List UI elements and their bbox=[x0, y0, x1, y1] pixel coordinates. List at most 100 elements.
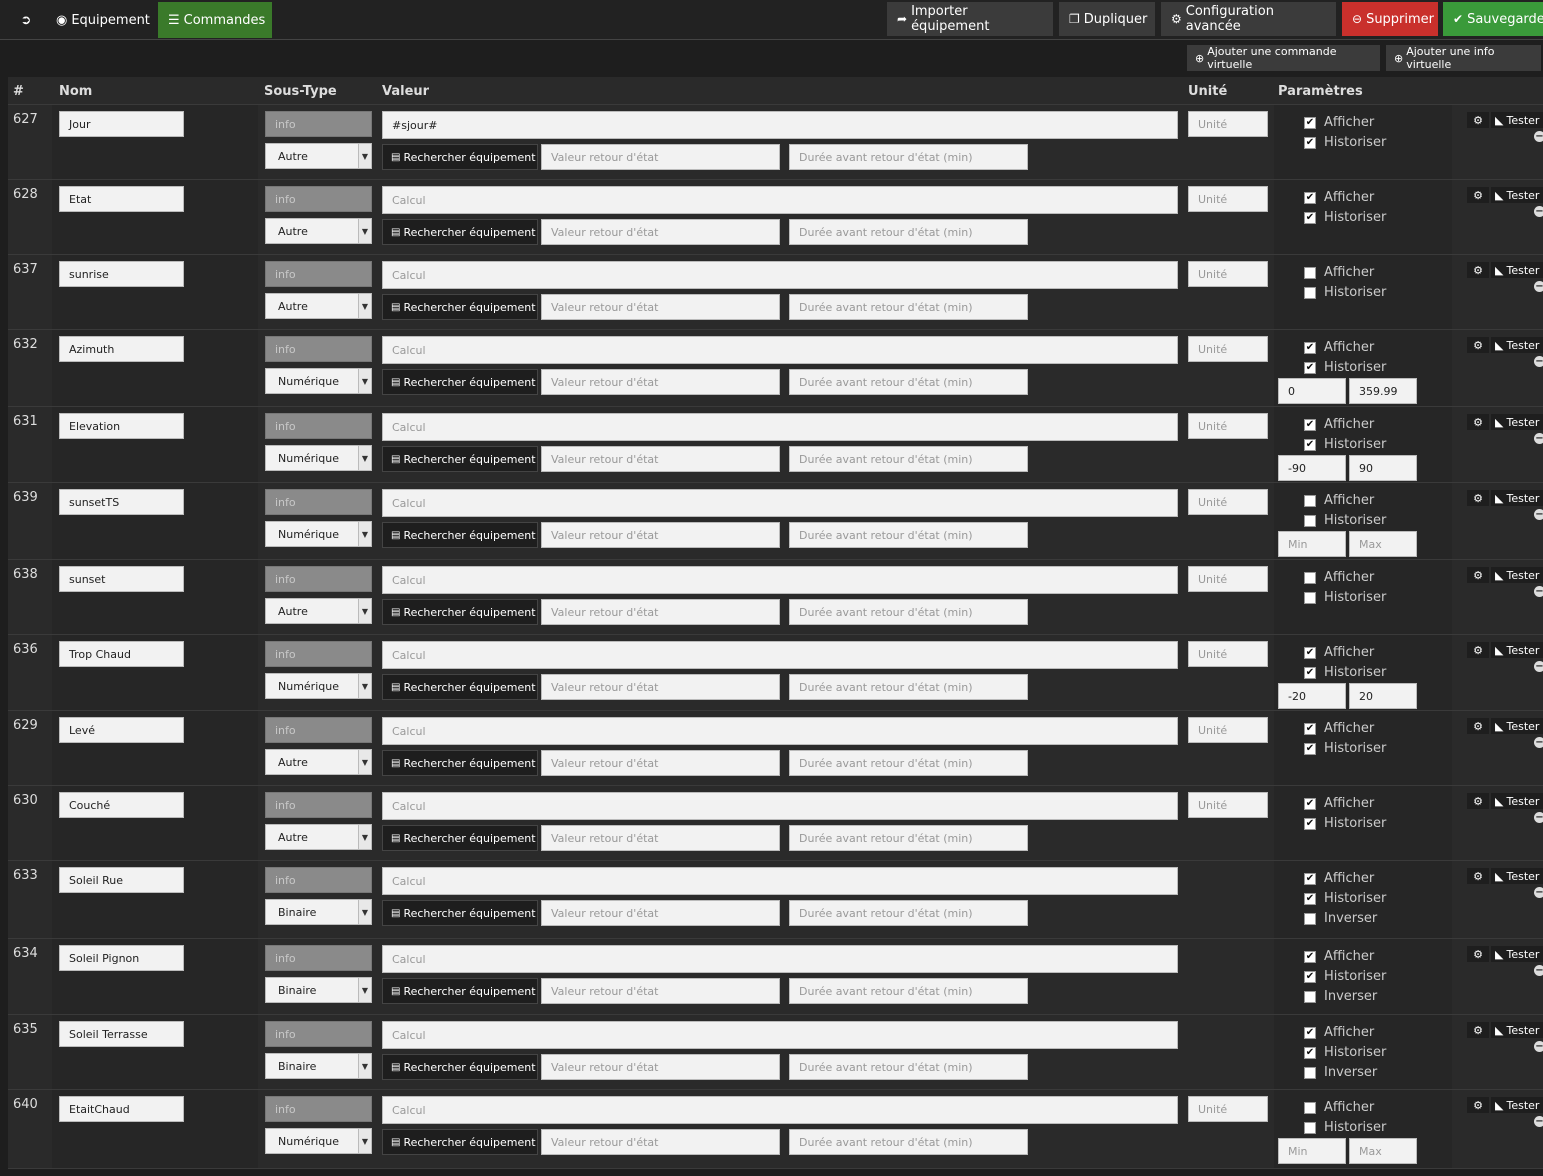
checkbox-box[interactable] bbox=[1304, 1066, 1316, 1079]
test-button[interactable]: ◣ Tester bbox=[1491, 262, 1543, 278]
cog-config-button[interactable]: ⚙ bbox=[1467, 262, 1489, 278]
return-duration-input[interactable]: Durée avant retour d'état (min) bbox=[789, 900, 1028, 926]
return-duration-input[interactable]: Durée avant retour d'état (min) bbox=[789, 825, 1028, 851]
min-input[interactable]: Min bbox=[1278, 1138, 1346, 1164]
test-button[interactable]: ◣ Tester bbox=[1491, 1097, 1543, 1113]
remove-row-icon[interactable]: − bbox=[1534, 1041, 1543, 1052]
checkbox-box[interactable]: ✔ bbox=[1304, 817, 1316, 830]
cog-config-button[interactable]: ⚙ bbox=[1467, 718, 1489, 734]
historiser-checkbox[interactable]: Historiser bbox=[1304, 285, 1386, 300]
historiser-checkbox[interactable]: Historiser bbox=[1304, 513, 1386, 528]
inverser-checkbox[interactable]: Inverser bbox=[1304, 989, 1377, 1004]
afficher-checkbox[interactable]: ✔ Afficher bbox=[1304, 190, 1374, 205]
unit-input[interactable]: Unité bbox=[1188, 792, 1268, 818]
cog-config-button[interactable]: ⚙ bbox=[1467, 337, 1489, 353]
afficher-checkbox[interactable]: Afficher bbox=[1304, 1100, 1374, 1115]
subtype-select[interactable]: Numérique ▼ bbox=[265, 1128, 372, 1154]
name-input[interactable]: Trop Chaud bbox=[59, 641, 184, 667]
remove-row-icon[interactable]: − bbox=[1534, 737, 1543, 748]
historiser-checkbox[interactable]: ✔ Historiser bbox=[1304, 891, 1386, 906]
cog-config-button[interactable]: ⚙ bbox=[1467, 793, 1489, 809]
value-textarea[interactable]: #sjour# bbox=[382, 111, 1178, 139]
value-textarea[interactable]: Calcul bbox=[382, 641, 1178, 669]
afficher-checkbox[interactable]: ✔ Afficher bbox=[1304, 340, 1374, 355]
search-equipment-button[interactable]: ▤ Rechercher équipement bbox=[382, 522, 538, 548]
cog-config-button[interactable]: ⚙ bbox=[1467, 414, 1489, 430]
checkbox-box[interactable]: ✔ bbox=[1304, 722, 1316, 735]
return-value-input[interactable]: Valeur retour d'état bbox=[541, 825, 780, 851]
remove-row-icon[interactable]: − bbox=[1534, 131, 1543, 142]
cog-config-button[interactable]: ⚙ bbox=[1467, 868, 1489, 884]
subtype-select[interactable]: Autre ▼ bbox=[265, 824, 372, 850]
subtype-select[interactable]: Numérique ▼ bbox=[265, 521, 372, 547]
historiser-checkbox[interactable]: ✔ Historiser bbox=[1304, 665, 1386, 680]
return-value-input[interactable]: Valeur retour d'état bbox=[541, 599, 780, 625]
cog-config-button[interactable]: ⚙ bbox=[1467, 1097, 1489, 1113]
value-textarea[interactable]: Calcul bbox=[382, 1096, 1178, 1124]
afficher-checkbox[interactable]: ✔ Afficher bbox=[1304, 1025, 1374, 1040]
return-value-input[interactable]: Valeur retour d'état bbox=[541, 900, 780, 926]
historiser-checkbox[interactable]: ✔ Historiser bbox=[1304, 1045, 1386, 1060]
name-input[interactable]: Couché bbox=[59, 792, 184, 818]
return-value-input[interactable]: Valeur retour d'état bbox=[541, 294, 780, 320]
checkbox-box[interactable]: ✔ bbox=[1304, 191, 1316, 204]
subtype-select[interactable]: Autre ▼ bbox=[265, 749, 372, 775]
inverser-checkbox[interactable]: Inverser bbox=[1304, 911, 1377, 926]
remove-row-icon[interactable]: − bbox=[1534, 586, 1543, 597]
subtype-select[interactable]: Binaire ▼ bbox=[265, 977, 372, 1003]
inverser-checkbox[interactable]: Inverser bbox=[1304, 1065, 1377, 1080]
historiser-checkbox[interactable]: Historiser bbox=[1304, 590, 1386, 605]
afficher-checkbox[interactable]: ✔ Afficher bbox=[1304, 949, 1374, 964]
test-button[interactable]: ◣ Tester bbox=[1491, 946, 1543, 962]
return-duration-input[interactable]: Durée avant retour d'état (min) bbox=[789, 369, 1028, 395]
save-button[interactable]: ✔ Sauvegarder bbox=[1443, 2, 1543, 36]
test-button[interactable]: ◣ Tester bbox=[1491, 868, 1543, 884]
search-equipment-button[interactable]: ▤ Rechercher équipement bbox=[382, 294, 538, 320]
min-input[interactable]: -90 bbox=[1278, 455, 1346, 481]
add-virtual-info-button[interactable]: ⊕ Ajouter une info virtuelle bbox=[1386, 45, 1541, 71]
test-button[interactable]: ◣ Tester bbox=[1491, 793, 1543, 809]
checkbox-box[interactable]: ✔ bbox=[1304, 742, 1316, 755]
value-textarea[interactable]: Calcul bbox=[382, 945, 1178, 973]
unit-input[interactable]: Unité bbox=[1188, 566, 1268, 592]
checkbox-box[interactable]: ✔ bbox=[1304, 136, 1316, 149]
subtype-select[interactable]: Autre ▼ bbox=[265, 598, 372, 624]
historiser-checkbox[interactable]: ✔ Historiser bbox=[1304, 135, 1386, 150]
unit-input[interactable]: Unité bbox=[1188, 413, 1268, 439]
checkbox-box[interactable]: ✔ bbox=[1304, 1026, 1316, 1039]
name-input[interactable]: Soleil Rue bbox=[59, 867, 184, 893]
checkbox-box[interactable] bbox=[1304, 571, 1316, 584]
import-button[interactable]: ➦ Importer équipement bbox=[887, 2, 1053, 36]
remove-row-icon[interactable]: − bbox=[1534, 661, 1543, 672]
value-textarea[interactable]: Calcul bbox=[382, 867, 1178, 895]
unit-input[interactable]: Unité bbox=[1188, 717, 1268, 743]
test-button[interactable]: ◣ Tester bbox=[1491, 1022, 1543, 1038]
return-duration-input[interactable]: Durée avant retour d'état (min) bbox=[789, 1054, 1028, 1080]
checkbox-box[interactable]: ✔ bbox=[1304, 797, 1316, 810]
value-textarea[interactable]: Calcul bbox=[382, 413, 1178, 441]
checkbox-box[interactable] bbox=[1304, 912, 1316, 925]
unit-input[interactable]: Unité bbox=[1188, 489, 1268, 515]
remove-row-icon[interactable]: − bbox=[1534, 206, 1543, 217]
test-button[interactable]: ◣ Tester bbox=[1491, 187, 1543, 203]
search-equipment-button[interactable]: ▤ Rechercher équipement bbox=[382, 978, 538, 1004]
subtype-select[interactable]: Numérique ▼ bbox=[265, 445, 372, 471]
checkbox-box[interactable] bbox=[1304, 1101, 1316, 1114]
return-duration-input[interactable]: Durée avant retour d'état (min) bbox=[789, 219, 1028, 245]
cog-config-button[interactable]: ⚙ bbox=[1467, 642, 1489, 658]
unit-input[interactable]: Unité bbox=[1188, 1096, 1268, 1122]
name-input[interactable]: EtaitChaud bbox=[59, 1096, 184, 1122]
search-equipment-button[interactable]: ▤ Rechercher équipement bbox=[382, 750, 538, 776]
checkbox-box[interactable]: ✔ bbox=[1304, 872, 1316, 885]
return-duration-input[interactable]: Durée avant retour d'état (min) bbox=[789, 674, 1028, 700]
search-equipment-button[interactable]: ▤ Rechercher équipement bbox=[382, 674, 538, 700]
remove-row-icon[interactable]: − bbox=[1534, 356, 1543, 367]
value-textarea[interactable]: Calcul bbox=[382, 261, 1178, 289]
return-value-input[interactable]: Valeur retour d'état bbox=[541, 446, 780, 472]
historiser-checkbox[interactable]: ✔ Historiser bbox=[1304, 437, 1386, 452]
checkbox-box[interactable] bbox=[1304, 514, 1316, 527]
max-input[interactable]: 359.99 bbox=[1349, 378, 1417, 404]
name-input[interactable]: sunrise bbox=[59, 261, 184, 287]
checkbox-box[interactable]: ✔ bbox=[1304, 970, 1316, 983]
return-duration-input[interactable]: Durée avant retour d'état (min) bbox=[789, 446, 1028, 472]
